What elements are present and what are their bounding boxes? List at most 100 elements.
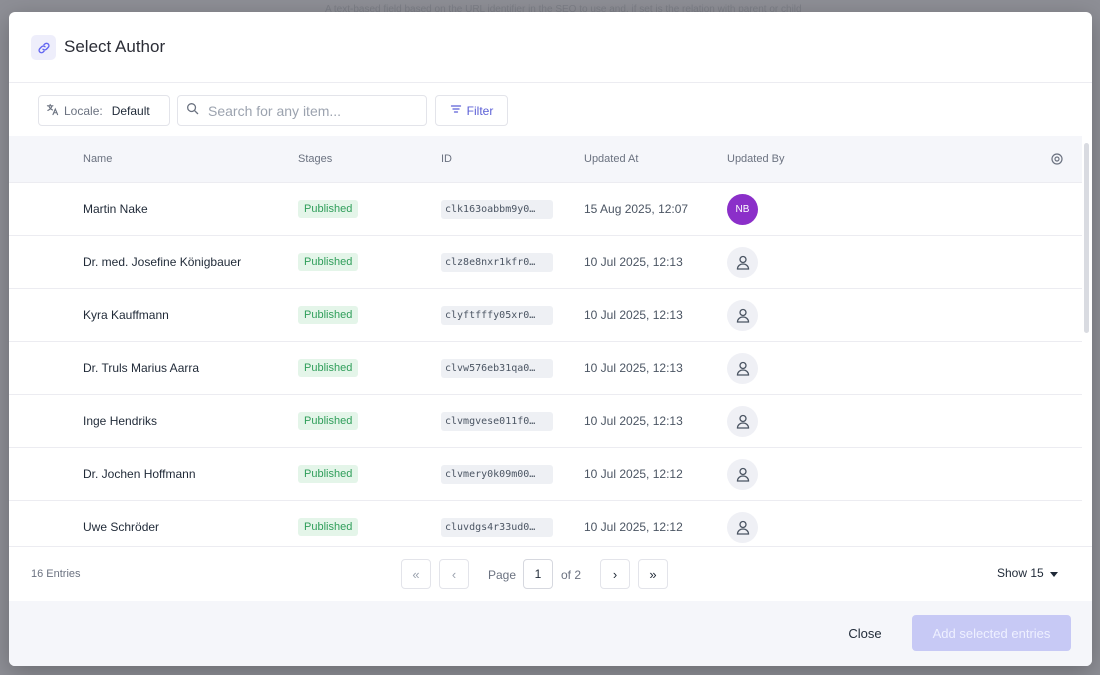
entry-name: Dr. Truls Marius Aarra bbox=[83, 361, 200, 375]
table-header: Name Stages ID Updated At Updated By bbox=[9, 136, 1082, 183]
avatar: NB bbox=[727, 193, 758, 225]
id-cell: cluvdgs4r33ud0… bbox=[441, 501, 553, 546]
user-icon bbox=[727, 511, 758, 543]
updated-at: 10 Jul 2025, 12:12 bbox=[584, 520, 683, 534]
page-size-label: Show 15 bbox=[997, 566, 1044, 580]
id-cell: clz8e8nxr1kfr0… bbox=[441, 236, 553, 288]
updated-by-cell bbox=[727, 501, 758, 546]
gear-icon[interactable] bbox=[1050, 152, 1064, 169]
table-row[interactable]: Dr. med. Josefine Königbauer Published clz… bbox=[9, 236, 1082, 289]
entry-id: clk163oabbm9y0… bbox=[441, 199, 553, 219]
chevron-right-icon: › bbox=[612, 566, 618, 582]
table-row[interactable]: Uwe Schröder Published cluvdgs4r33ud0… 10 J… bbox=[9, 501, 1082, 546]
user-icon bbox=[727, 299, 758, 331]
caret-down-icon bbox=[1049, 566, 1058, 580]
select-author-modal: Select Author Locale: Default Search for… bbox=[9, 12, 1092, 666]
table-scrollbar-thumb[interactable] bbox=[1084, 143, 1089, 333]
entry-name: Inge Hendriks bbox=[83, 414, 158, 428]
status-badge: Published bbox=[298, 359, 359, 377]
table-row[interactable]: Dr. Jochen Hoffmann Published clvmery0k09m… bbox=[9, 448, 1082, 501]
id-cell: clyftfffy05xr0… bbox=[441, 289, 553, 341]
first-page-button[interactable]: « bbox=[401, 559, 431, 589]
column-header-name[interactable]: Name bbox=[83, 153, 112, 165]
stage-cell: Published bbox=[298, 183, 359, 235]
filter-label: Filter bbox=[466, 103, 494, 118]
page-label: Page bbox=[488, 568, 517, 582]
updated-by-cell bbox=[727, 236, 758, 288]
search-icon bbox=[186, 102, 199, 120]
entry-id: clz8e8nxr1kfr0… bbox=[441, 252, 553, 272]
table-row[interactable]: Dr. Truls Marius Aarra Published clvw576eb… bbox=[9, 342, 1082, 395]
updated-by-cell bbox=[727, 342, 758, 394]
pagination-bar: 16 Entries « ‹ Page of 2 › » Show 15 bbox=[9, 546, 1092, 601]
stage-cell: Published bbox=[298, 501, 359, 546]
status-badge: Published bbox=[298, 253, 359, 271]
status-badge: Published bbox=[298, 412, 359, 430]
updated-at: 10 Jul 2025, 12:13 bbox=[584, 255, 683, 269]
entry-name: Martin Nake bbox=[83, 202, 148, 216]
page-number-input[interactable] bbox=[523, 559, 553, 589]
stage-cell: Published bbox=[298, 289, 359, 341]
page-size-select[interactable]: Show 15 bbox=[997, 566, 1058, 580]
modal-actions: Close Add selected entries bbox=[9, 601, 1092, 666]
id-cell: clvmery0k09m00… bbox=[441, 448, 553, 500]
locale-selector[interactable]: Locale: Default bbox=[38, 95, 170, 126]
updated-at: 10 Jul 2025, 12:13 bbox=[584, 361, 683, 375]
search-box[interactable] bbox=[177, 95, 427, 126]
status-badge: Published bbox=[298, 306, 359, 324]
last-page-button[interactable]: » bbox=[638, 559, 668, 589]
entry-id: clvmery0k09m00… bbox=[441, 464, 553, 484]
column-header-id[interactable]: ID bbox=[441, 153, 452, 165]
entry-name: Dr. med. Josefine Königbauer bbox=[83, 255, 242, 269]
search-input[interactable] bbox=[208, 102, 408, 119]
chevron-left-icon: ‹ bbox=[451, 566, 457, 582]
table-row[interactable]: Inge Hendriks Published clvmgvese011f0… 10 … bbox=[9, 395, 1082, 448]
table-row[interactable]: Kyra Kauffmann Published clyftfffy05xr0… 10… bbox=[9, 289, 1082, 342]
user-icon bbox=[727, 352, 758, 384]
updated-by-cell bbox=[727, 448, 758, 500]
table-row[interactable]: Martin Nake Published clk163oabbm9y0… 15 Au… bbox=[9, 183, 1082, 236]
updated-at: 15 Aug 2025, 12:07 bbox=[584, 202, 689, 216]
link-icon bbox=[31, 35, 56, 60]
entries-table: Name Stages ID Updated At Updated By Mar… bbox=[9, 136, 1082, 546]
status-badge: Published bbox=[298, 518, 359, 536]
entry-id: clvmgvese011f0… bbox=[441, 411, 553, 431]
status-badge: Published bbox=[298, 465, 359, 483]
close-button[interactable]: Close bbox=[832, 615, 898, 651]
filter-button[interactable]: Filter bbox=[435, 95, 508, 126]
updated-at: 10 Jul 2025, 12:13 bbox=[584, 414, 683, 428]
updated-at: 10 Jul 2025, 12:12 bbox=[584, 467, 683, 481]
column-header-stages[interactable]: Stages bbox=[298, 153, 332, 165]
user-icon bbox=[727, 405, 758, 437]
status-badge: Published bbox=[298, 200, 359, 218]
id-cell: clk163oabbm9y0… bbox=[441, 183, 553, 235]
chevrons-left-icon: « bbox=[412, 566, 420, 582]
updated-by-cell bbox=[727, 289, 758, 341]
column-header-updated-at[interactable]: Updated At bbox=[584, 153, 638, 165]
stage-cell: Published bbox=[298, 342, 359, 394]
previous-page-button[interactable]: ‹ bbox=[439, 559, 469, 589]
id-cell: clvw576eb31qa0… bbox=[441, 342, 553, 394]
stage-cell: Published bbox=[298, 395, 359, 447]
updated-at: 10 Jul 2025, 12:13 bbox=[584, 308, 683, 322]
filter-icon bbox=[450, 103, 462, 118]
entry-name: Kyra Kauffmann bbox=[83, 308, 169, 322]
entry-name: Dr. Jochen Hoffmann bbox=[83, 467, 196, 481]
add-selected-entries-button[interactable]: Add selected entries bbox=[912, 615, 1071, 651]
updated-by-cell: NB bbox=[727, 183, 758, 235]
user-icon bbox=[727, 246, 758, 278]
entry-id: clyftfffy05xr0… bbox=[441, 305, 553, 325]
chevrons-right-icon: » bbox=[649, 566, 657, 582]
column-header-updated-by[interactable]: Updated By bbox=[727, 153, 784, 165]
id-cell: clvmgvese011f0… bbox=[441, 395, 553, 447]
toolbar: Locale: Default Filter bbox=[9, 94, 1092, 128]
entry-id: cluvdgs4r33ud0… bbox=[441, 517, 553, 537]
stage-cell: Published bbox=[298, 448, 359, 500]
updated-by-cell bbox=[727, 395, 758, 447]
modal-header: Select Author bbox=[9, 12, 1092, 83]
next-page-button[interactable]: › bbox=[600, 559, 630, 589]
entry-id: clvw576eb31qa0… bbox=[441, 358, 553, 378]
translate-icon bbox=[46, 103, 59, 119]
entries-count: 16 Entries bbox=[31, 568, 81, 580]
modal-title: Select Author bbox=[64, 37, 166, 56]
